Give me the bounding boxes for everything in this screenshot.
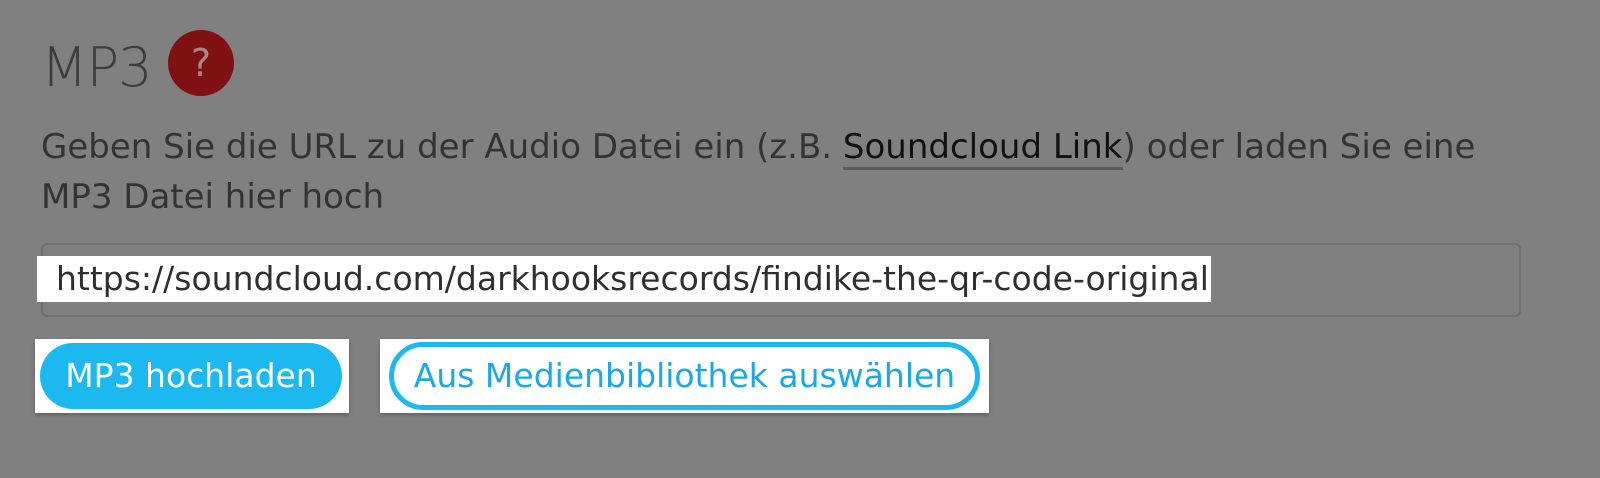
media-library-button[interactable]: Aus Medienbibliothek auswählen [389, 342, 980, 410]
help-icon[interactable]: ? [168, 30, 234, 96]
url-input-value[interactable]: https://soundcloud.com/darkhooksrecords/… [37, 256, 1211, 302]
description-text-start: Geben Sie die URL zu der Audio Datei ein… [41, 127, 843, 167]
soundcloud-link[interactable]: Soundcloud Link [842, 127, 1123, 170]
library-button-highlight: Aus Medienbibliothek auswählen [380, 339, 989, 413]
section-description: Geben Sie die URL zu der Audio Datei ein… [41, 122, 1521, 222]
upload-button-highlight: MP3 hochladen [35, 339, 349, 413]
upload-mp3-button[interactable]: MP3 hochladen [40, 343, 342, 409]
section-title: MP3 [41, 36, 153, 99]
question-mark-icon: ? [190, 41, 212, 85]
